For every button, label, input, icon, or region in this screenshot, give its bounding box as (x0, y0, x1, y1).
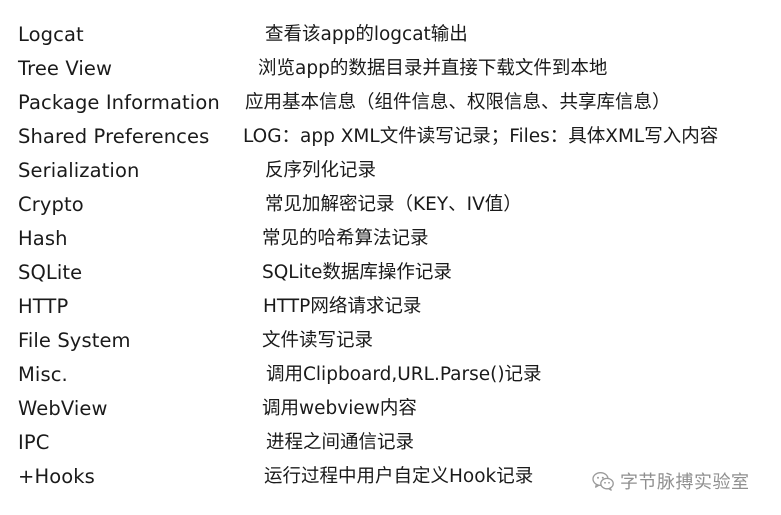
feature-name: File System (18, 329, 131, 352)
feature-description: 查看该app的logcat输出 (265, 24, 468, 45)
table-row: Package Information 应用基本信息（组件信息、权限信息、共享库… (0, 86, 781, 120)
feature-description: 调用webview内容 (262, 398, 417, 419)
table-row: File System 文件读写记录 (0, 324, 781, 358)
feature-name: Misc. (18, 363, 68, 386)
wechat-icon (592, 472, 614, 491)
table-row: WebView 调用webview内容 (0, 392, 781, 426)
table-row: Logcat 查看该app的logcat输出 (0, 18, 781, 52)
feature-name: Tree View (18, 57, 113, 80)
feature-description: 进程之间通信记录 (266, 432, 415, 453)
feature-name: Package Information (18, 91, 220, 114)
feature-description: LOG：app XML文件读写记录；Files：具体XML写入内容 (243, 126, 719, 147)
feature-description: 浏览app的数据目录并直接下载文件到本地 (258, 58, 608, 79)
feature-name: IPC (18, 431, 50, 454)
feature-name: HTTP (18, 295, 69, 318)
table-row: Shared Preferences LOG：app XML文件读写记录；Fil… (0, 120, 781, 154)
table-row: Hash 常见的哈希算法记录 (0, 222, 781, 256)
table-row: Misc. 调用Clipboard,URL.Parse()记录 (0, 358, 781, 392)
feature-name: +Hooks (18, 465, 95, 488)
feature-description: 常见的哈希算法记录 (262, 228, 429, 249)
feature-description: 文件读写记录 (262, 330, 374, 351)
feature-description: 调用Clipboard,URL.Parse()记录 (266, 364, 542, 385)
watermark-text: 字节脉搏实验室 (620, 472, 750, 493)
feature-name: Logcat (18, 23, 84, 46)
feature-name: Hash (18, 227, 68, 250)
feature-description: HTTP网络请求记录 (263, 296, 422, 317)
feature-description: 应用基本信息（组件信息、权限信息、共享库信息） (245, 92, 671, 113)
feature-description: 运行过程中用户自定义Hook记录 (264, 466, 534, 487)
table-row: Crypto 常见加解密记录（KEY、IV值） (0, 188, 781, 222)
feature-name: Crypto (18, 193, 84, 216)
table-row: HTTP HTTP网络请求记录 (0, 290, 781, 324)
table-row: IPC 进程之间通信记录 (0, 426, 781, 460)
feature-name: Shared Preferences (18, 125, 210, 148)
feature-name: WebView (18, 397, 108, 420)
table-row: Serialization 反序列化记录 (0, 154, 781, 188)
table-row: Tree View 浏览app的数据目录并直接下载文件到本地 (0, 52, 781, 86)
feature-name: SQLite (18, 261, 83, 284)
table-row: SQLite SQLite数据库操作记录 (0, 256, 781, 290)
feature-description: SQLite数据库操作记录 (262, 262, 452, 283)
watermark: 字节脉搏实验室 (592, 466, 750, 496)
feature-description: 反序列化记录 (265, 160, 377, 181)
feature-name: Serialization (18, 159, 140, 182)
feature-description: 常见加解密记录（KEY、IV值） (265, 194, 522, 215)
